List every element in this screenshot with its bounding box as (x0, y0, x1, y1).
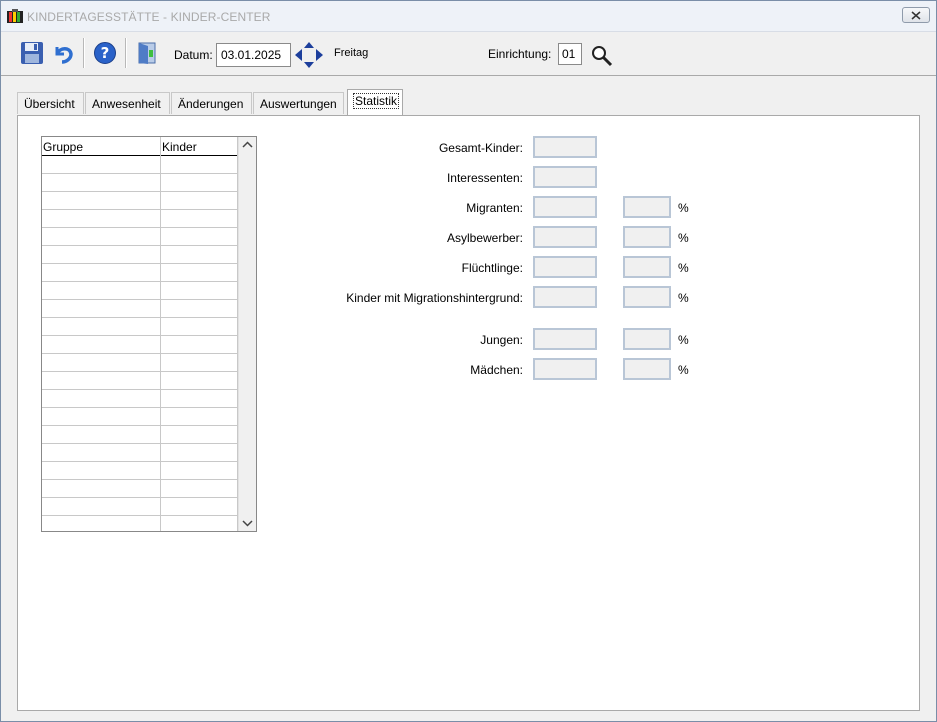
boys-label: Jungen: (480, 333, 523, 347)
tab-attendance[interactable]: Anwesenheit (85, 92, 170, 114)
migrants-label: Migranten: (466, 201, 523, 215)
table-row[interactable] (42, 462, 238, 480)
tab-statistics[interactable]: Statistik (347, 89, 403, 116)
percent-sign: % (678, 363, 689, 377)
tab-label: Auswertungen (260, 97, 337, 111)
column-divider (160, 137, 161, 531)
table-row[interactable] (42, 318, 238, 336)
table-row[interactable] (42, 192, 238, 210)
app-icon (7, 9, 23, 23)
percent-sign: % (678, 291, 689, 305)
migrants-percent-field (623, 196, 671, 218)
table-row[interactable] (42, 390, 238, 408)
exit-door-icon[interactable] (135, 41, 159, 65)
table-row[interactable] (42, 282, 238, 300)
facility-label: Einrichtung: (488, 47, 552, 61)
boys-field (533, 328, 597, 350)
help-icon[interactable]: ? (93, 41, 117, 65)
percent-sign: % (678, 261, 689, 275)
table-row[interactable] (42, 246, 238, 264)
asylum-seekers-label: Asylbewerber: (446, 231, 523, 245)
statistics-panel: Gruppe Kinder Gesamt-Kinder: Interessent… (17, 115, 920, 711)
percent-sign: % (678, 333, 689, 347)
girls-field (533, 358, 597, 380)
table-row[interactable] (42, 372, 238, 390)
percent-sign: % (678, 201, 689, 215)
table-row[interactable] (42, 264, 238, 282)
tab-overview[interactable]: Übersicht (17, 92, 84, 114)
migration-background-label: Kinder mit Migrationshintergrund: (346, 291, 523, 305)
table-row[interactable] (42, 498, 238, 516)
close-icon (911, 11, 921, 20)
search-icon[interactable] (590, 44, 614, 68)
column-header-group[interactable]: Gruppe (43, 140, 83, 154)
girls-percent-field (623, 358, 671, 380)
toolbar: ? Datum: 03.01.2025 Freitag Einrichtung:… (1, 32, 936, 76)
tab-label: Anwesenheit (92, 97, 161, 111)
migration-background-percent-field (623, 286, 671, 308)
percent-sign: % (678, 231, 689, 245)
svg-text:?: ? (101, 44, 110, 62)
table-row[interactable] (42, 228, 238, 246)
facility-field[interactable]: 01 (558, 43, 582, 65)
total-children-field (533, 136, 597, 158)
boys-percent-field (623, 328, 671, 350)
refugees-percent-field (623, 256, 671, 278)
table-row[interactable] (42, 210, 238, 228)
tab-label: Änderungen (178, 97, 244, 111)
table-row[interactable] (42, 156, 238, 174)
title-bar: KINDERTAGESSTÄTTE - KINDER-CENTER (1, 1, 936, 32)
total-children-label: Gesamt-Kinder: (438, 141, 523, 155)
table-header: Gruppe Kinder (42, 137, 238, 156)
table-scrollbar[interactable] (238, 137, 256, 531)
navigate-arrows-icon[interactable] (295, 41, 323, 69)
undo-icon[interactable] (51, 41, 75, 65)
table-row[interactable] (42, 408, 238, 426)
prospects-label: Interessenten: (446, 171, 523, 185)
column-header-children[interactable]: Kinder (162, 140, 197, 154)
table-row[interactable] (42, 516, 238, 531)
save-icon[interactable] (20, 41, 44, 65)
table-row[interactable] (42, 426, 238, 444)
girls-label: Mädchen: (470, 363, 523, 377)
tab-evaluations[interactable]: Auswertungen (253, 92, 344, 114)
table-row[interactable] (42, 336, 238, 354)
table-row[interactable] (42, 354, 238, 372)
application-window: KINDERTAGESSTÄTTE - KINDER-CENTER ? Datu… (0, 0, 937, 722)
table-row[interactable] (42, 300, 238, 318)
tab-label: Übersicht (24, 97, 75, 111)
migrants-field (533, 196, 597, 218)
migration-background-field (533, 286, 597, 308)
group-table[interactable]: Gruppe Kinder (41, 136, 257, 532)
date-field[interactable]: 03.01.2025 (216, 43, 291, 67)
refugees-field (533, 256, 597, 278)
close-button[interactable] (902, 7, 930, 23)
asylum-seekers-percent-field (623, 226, 671, 248)
table-row[interactable] (42, 480, 238, 498)
prospects-field (533, 166, 597, 188)
window-title: KINDERTAGESSTÄTTE - KINDER-CENTER (27, 10, 271, 24)
refugees-label: Flüchtlinge: (461, 261, 523, 275)
weekday-label: Freitag (334, 47, 369, 59)
table-row[interactable] (42, 444, 238, 462)
scroll-up-icon[interactable] (239, 137, 256, 154)
table-row[interactable] (42, 174, 238, 192)
asylum-seekers-field (533, 226, 597, 248)
tab-label: Statistik (352, 93, 400, 109)
scroll-down-icon[interactable] (239, 514, 256, 531)
tab-changes[interactable]: Änderungen (171, 92, 252, 114)
date-label: Datum: (174, 48, 213, 62)
